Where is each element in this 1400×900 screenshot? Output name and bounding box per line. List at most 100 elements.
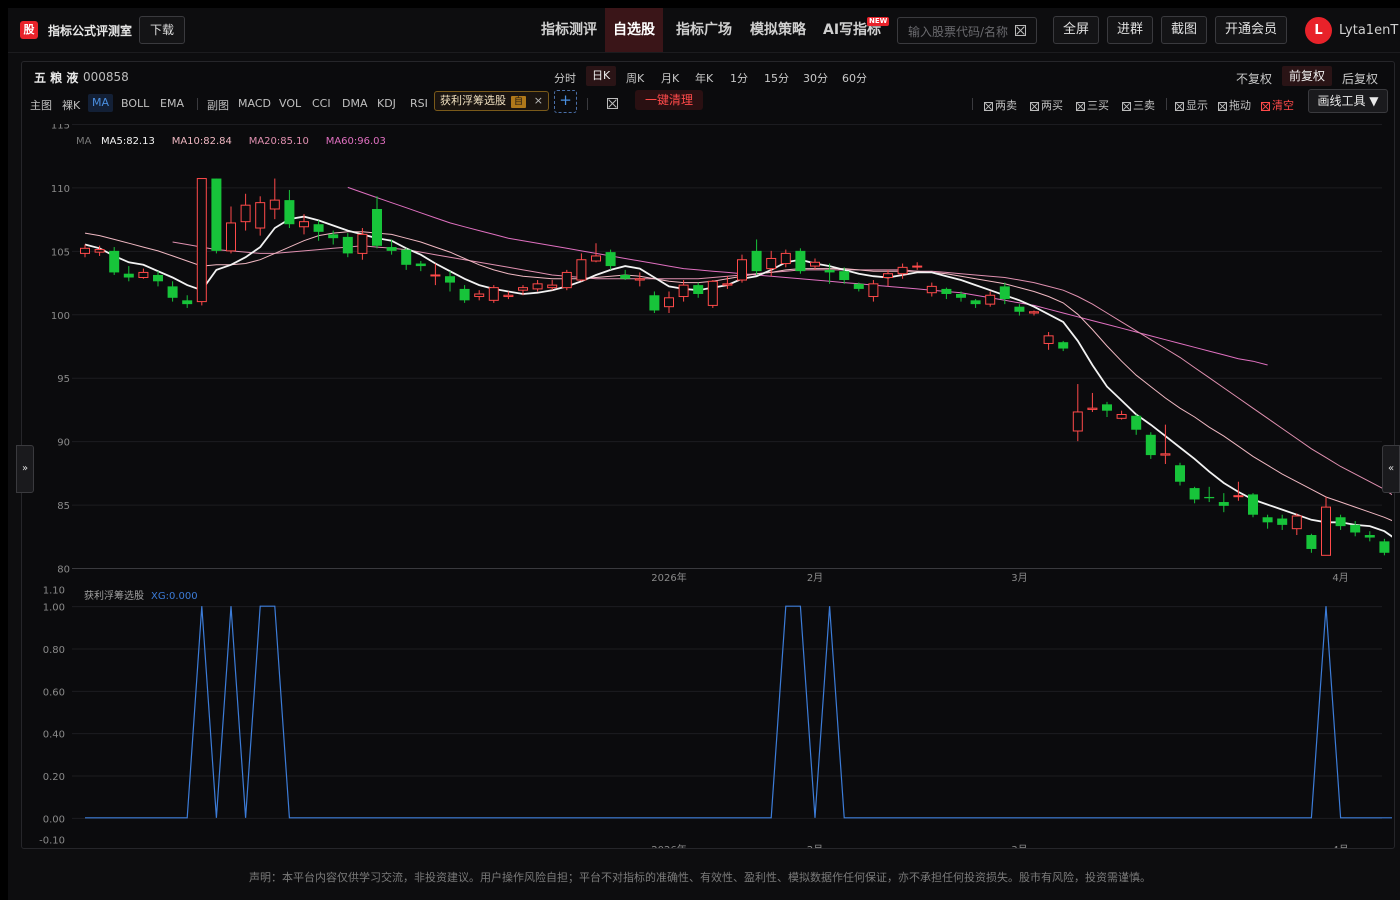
candle-body-down bbox=[313, 224, 324, 232]
x-tick-label: 2月 bbox=[807, 572, 823, 584]
search-clear-icon[interactable] bbox=[1015, 25, 1026, 36]
candle-body-down bbox=[1379, 541, 1390, 553]
x-tick-label: 2026年 bbox=[651, 843, 686, 848]
user-avatar[interactable]: L bbox=[1305, 17, 1332, 44]
period-15min[interactable]: 15分 bbox=[764, 70, 789, 86]
x-tick-label: 2026年 bbox=[651, 571, 686, 584]
drawing-tools-button[interactable]: 画线工具 ▼ bbox=[1308, 89, 1388, 113]
indicator-sub-chart[interactable]: 副图 bbox=[207, 97, 229, 113]
indicator-macd[interactable]: MACD bbox=[238, 97, 271, 110]
candle-body-up bbox=[634, 278, 645, 281]
download-button[interactable]: 下载 bbox=[139, 16, 185, 44]
y-tick-label: -0.10 bbox=[39, 836, 65, 847]
candle-body-up bbox=[1160, 453, 1171, 456]
candle-body-down bbox=[182, 300, 193, 305]
candlestick-chart[interactable]: 80 85 90 95 100 105 110 115 2026年 2月 3月 4月 MA MA5:82.… bbox=[22, 124, 1392, 596]
candle-body-down bbox=[941, 288, 952, 294]
y-tick-label: 110 bbox=[51, 184, 70, 195]
adjust-backward[interactable]: 后复权 bbox=[1342, 70, 1378, 87]
username[interactable]: Lyta1enT bbox=[1339, 23, 1398, 38]
indicator-subchart[interactable]: -0.10 0.00 0.20 0.40 0.60 0.80 1.00 1.10 2026年 2月… bbox=[22, 585, 1392, 848]
nav-indicator-review[interactable]: 指标测评 bbox=[541, 8, 597, 52]
y-tick-label: 0.40 bbox=[43, 730, 65, 741]
period-weekly[interactable]: 周K bbox=[626, 70, 644, 86]
indicator-cci[interactable]: CCI bbox=[312, 97, 331, 110]
candle-body-up bbox=[240, 204, 251, 223]
candle-body-up bbox=[737, 259, 747, 281]
tool-three-buy[interactable]: 三买 bbox=[1076, 97, 1109, 113]
period-monthly[interactable]: 月K bbox=[661, 70, 679, 86]
candle-body-down bbox=[1364, 535, 1375, 538]
candle-body-down bbox=[853, 283, 864, 289]
nav-watchlist[interactable]: 自选股 bbox=[605, 8, 663, 52]
candle-body-up bbox=[810, 261, 820, 267]
period-1min[interactable]: 1分 bbox=[730, 70, 748, 86]
indicator-kdj[interactable]: KDJ bbox=[377, 97, 396, 110]
one-click-clear-button[interactable]: 一键清理 bbox=[635, 90, 703, 110]
candle-body-down bbox=[1262, 517, 1273, 523]
period-60min[interactable]: 60分 bbox=[842, 70, 867, 86]
y-tick-label: 0.60 bbox=[43, 687, 65, 698]
chart-panel: 五 粮 液 000858 分时 日K 周K 月K 年K 1分 15分 30分 6… bbox=[21, 61, 1395, 849]
candle-body-up bbox=[1087, 407, 1098, 410]
reset-icon[interactable] bbox=[607, 98, 618, 109]
indicator-main-chart[interactable]: 主图 bbox=[30, 97, 52, 113]
candle-body-down bbox=[1218, 502, 1229, 506]
nav-simulated-strategy[interactable]: 模拟策略 bbox=[750, 8, 806, 52]
adjust-forward[interactable]: 前复权 bbox=[1282, 66, 1333, 86]
nav-ai-indicator[interactable]: AI写指标 bbox=[823, 8, 881, 52]
candle-body-down bbox=[459, 288, 470, 301]
period-yearly[interactable]: 年K bbox=[695, 70, 713, 86]
join-group-button[interactable]: 进群 bbox=[1107, 16, 1153, 44]
candle-body-up bbox=[80, 247, 90, 254]
candle-body-up bbox=[547, 284, 558, 289]
tool-three-sell[interactable]: 三卖 bbox=[1122, 97, 1155, 113]
checkbox-icon bbox=[1261, 101, 1270, 111]
checkbox-icon bbox=[984, 101, 993, 111]
y-tick-label: 0.00 bbox=[43, 814, 65, 825]
membership-button[interactable]: 开通会员 bbox=[1215, 16, 1287, 44]
candle-body-down bbox=[167, 286, 178, 298]
tool-drag[interactable]: 拖动 bbox=[1218, 97, 1251, 113]
candle-body-up bbox=[722, 283, 733, 286]
add-indicator-button[interactable]: + bbox=[554, 90, 577, 113]
screenshot-button[interactable]: 截图 bbox=[1161, 16, 1207, 44]
indicator-bare-k[interactable]: 裸K bbox=[62, 97, 80, 113]
tool-clear[interactable]: 清空 bbox=[1261, 97, 1294, 113]
chip-close-icon[interactable]: × bbox=[534, 92, 543, 110]
checkbox-icon bbox=[1218, 101, 1227, 111]
period-30min[interactable]: 30分 bbox=[803, 70, 828, 86]
y-tick-label: 100 bbox=[51, 311, 70, 322]
indicator-rsi[interactable]: RSI bbox=[410, 97, 428, 110]
fullscreen-button[interactable]: 全屏 bbox=[1053, 16, 1099, 44]
candle-body-up bbox=[766, 257, 777, 270]
stock-search-input[interactable]: 输入股票代码/名称 bbox=[897, 17, 1037, 44]
candle-body-down bbox=[386, 247, 397, 251]
candle-body-down bbox=[1145, 434, 1156, 456]
indicator-vol[interactable]: VOL bbox=[279, 97, 301, 110]
candle-body-up bbox=[1321, 506, 1331, 556]
candle-body-down bbox=[284, 200, 295, 225]
left-panel-toggle[interactable]: » bbox=[16, 445, 34, 493]
adjust-none[interactable]: 不复权 bbox=[1236, 70, 1272, 87]
period-daily[interactable]: 日K bbox=[586, 66, 617, 86]
indicator-ma[interactable]: MA bbox=[88, 94, 114, 112]
indicator-dma[interactable]: DMA bbox=[342, 97, 368, 110]
indicator-boll[interactable]: BOLL bbox=[121, 97, 149, 110]
right-panel-toggle[interactable]: « bbox=[1382, 445, 1400, 493]
tool-show[interactable]: 显示 bbox=[1175, 97, 1208, 113]
subchart-title: 获利浮筹选股 bbox=[84, 589, 144, 602]
nav-indicator-plaza[interactable]: 指标广场 bbox=[676, 8, 732, 52]
tool-two-buy[interactable]: 两买 bbox=[1030, 97, 1063, 113]
candle-body-up bbox=[532, 283, 543, 290]
x-tick-label: 3月 bbox=[1011, 572, 1027, 584]
candle-body-up bbox=[1072, 411, 1083, 432]
ma-legend-item: MA60:96.03 bbox=[326, 136, 386, 147]
tool-two-sell[interactable]: 两卖 bbox=[984, 97, 1017, 113]
candle-body-down bbox=[123, 273, 134, 278]
custom-indicator-chip[interactable]: 获利浮筹选股自 × bbox=[434, 91, 550, 111]
candle-body-up bbox=[926, 285, 937, 294]
period-intraday[interactable]: 分时 bbox=[554, 70, 576, 86]
candle-body-up bbox=[255, 202, 266, 229]
indicator-ema[interactable]: EMA bbox=[160, 97, 184, 110]
